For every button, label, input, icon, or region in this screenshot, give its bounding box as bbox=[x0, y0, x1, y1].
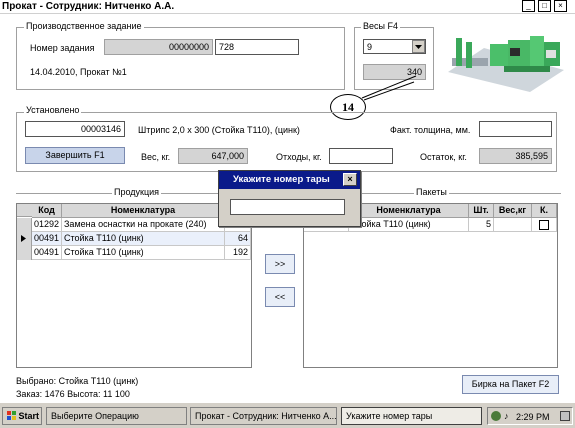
taskbar-item-prokat[interactable]: Прокат - Сотрудник: Нитченко А... bbox=[190, 407, 337, 425]
column-header-code[interactable]: Код bbox=[32, 204, 62, 218]
row-pointer-icon bbox=[21, 235, 26, 242]
rolling-mill-image bbox=[446, 20, 564, 92]
production-task-label: Производственное задание bbox=[24, 21, 144, 32]
taskbar-item-operation[interactable]: Выберите Операцию bbox=[46, 407, 187, 425]
scales-label: Весы F4 bbox=[361, 21, 400, 32]
move-forward-button[interactable]: >> bbox=[265, 254, 295, 274]
installed-code-field[interactable]: 00003146 bbox=[25, 121, 125, 137]
dialog-title: Укажите номер тары bbox=[233, 174, 330, 185]
column-header-name[interactable]: Номенклатура bbox=[349, 204, 469, 218]
table-row[interactable]: 00491 Стойка Т110 (цинк) 64 bbox=[32, 232, 251, 246]
table-row[interactable]: 00491 Стойка Т110 (цинк) 192 bbox=[32, 246, 251, 260]
package-checkbox[interactable] bbox=[539, 220, 549, 230]
cell-qty: 192 bbox=[225, 246, 251, 260]
column-header-k[interactable]: К. bbox=[532, 204, 557, 218]
order-date-line: 14.04.2010, Прокат №1 bbox=[30, 67, 127, 77]
scales-selected-value: 9 bbox=[367, 42, 373, 52]
close-button[interactable]: × bbox=[554, 0, 567, 12]
cell-code: 01292 bbox=[32, 218, 62, 232]
cell-qty: 64 bbox=[225, 232, 251, 246]
taskbar-item-tare-dialog[interactable]: Укажите номер тары bbox=[341, 407, 482, 425]
thickness-label: Факт. толщина, мм. bbox=[390, 125, 471, 135]
finish-button[interactable]: Завершить F1 bbox=[25, 147, 125, 164]
minimize-button[interactable]: _ bbox=[522, 0, 535, 12]
taskbar: Start Выберите Операцию Прокат - Сотрудн… bbox=[0, 402, 575, 428]
products-grid[interactable]: Код Номенклатура 01292 Замена оснастки н… bbox=[16, 203, 252, 368]
packages-label: Пакеты bbox=[414, 187, 449, 198]
system-tray: ♪ 2:29 PM bbox=[487, 407, 573, 425]
order-extra-field[interactable]: 728 bbox=[215, 39, 299, 55]
cell-code: 00491 bbox=[32, 232, 62, 246]
volume-icon[interactable]: ♪ bbox=[504, 410, 509, 422]
cell-name: Замена оснастки на прокате (240) bbox=[62, 218, 225, 232]
packages-grid[interactable]: Номенклатура Шт. Вес,кг К. Стойка Т110 (… bbox=[303, 203, 558, 368]
network-icon[interactable] bbox=[491, 411, 501, 421]
tare-number-dialog: Укажите номер тары × bbox=[218, 170, 361, 227]
dialog-close-button[interactable]: × bbox=[343, 173, 357, 186]
dialog-title-bar: Укажите номер тары × bbox=[219, 171, 360, 189]
remainder-field: 385,595 bbox=[479, 148, 552, 164]
cell-name: Стойка Т110 (цинк) bbox=[62, 232, 225, 246]
column-header-weight[interactable]: Вес,кг bbox=[494, 204, 532, 218]
cell-weight bbox=[494, 218, 532, 232]
waste-field[interactable] bbox=[329, 148, 393, 164]
cell-checkbox bbox=[532, 218, 557, 232]
cell-name: Стойка Т110 (цинк) bbox=[62, 246, 225, 260]
windows-logo-icon bbox=[7, 411, 16, 420]
remainder-label: Остаток, кг. bbox=[420, 152, 467, 162]
order-info-text: Заказ: 1476 Высота: 11 100 bbox=[16, 389, 130, 399]
products-label: Продукция bbox=[112, 187, 162, 198]
tare-number-input[interactable] bbox=[230, 199, 345, 215]
maximize-button[interactable]: □ bbox=[538, 0, 551, 12]
thickness-field[interactable] bbox=[479, 121, 552, 137]
move-back-button[interactable]: << bbox=[265, 287, 295, 307]
order-number-field: 00000000 bbox=[104, 39, 213, 55]
order-number-label: Номер задания bbox=[30, 43, 95, 53]
start-label: Start bbox=[18, 411, 40, 421]
callout-pointer bbox=[361, 75, 417, 101]
cell-name: Стойка Т110 (цинк) bbox=[349, 218, 469, 232]
installed-description: Штрипс 2,0 х 300 (Стойка Т110), (цинк) bbox=[138, 125, 300, 135]
column-header-qty[interactable]: Шт. bbox=[469, 204, 494, 218]
column-header-name[interactable]: Номенклатура bbox=[62, 204, 225, 218]
start-button[interactable]: Start bbox=[2, 407, 42, 425]
weight-field: 647,000 bbox=[178, 148, 248, 164]
production-task-group bbox=[16, 27, 345, 90]
window-title: Прокат - Сотрудник: Нитченко А.А. bbox=[2, 1, 175, 12]
dropdown-arrow-icon[interactable] bbox=[412, 40, 425, 53]
selected-item-text: Выбрано: Стойка Т110 (цинк) bbox=[16, 376, 139, 386]
installed-label: Установлено bbox=[24, 105, 82, 116]
cell-code: 00491 bbox=[32, 246, 62, 260]
weight-label: Вес, кг. bbox=[141, 152, 171, 162]
package-tag-button[interactable]: Бирка на Пакет F2 bbox=[462, 375, 559, 394]
clock: 2:29 PM bbox=[516, 412, 550, 422]
cell-qty: 5 bbox=[469, 218, 494, 232]
waste-label: Отходы, кг. bbox=[276, 152, 322, 162]
window-title-bar: Прокат - Сотрудник: Нитченко А.А. _ □ × bbox=[0, 0, 575, 14]
tray-app-icon[interactable] bbox=[560, 411, 570, 421]
